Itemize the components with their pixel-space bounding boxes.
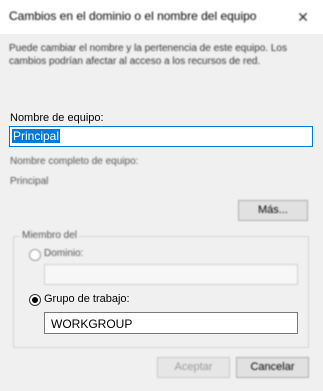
- domain-radio[interactable]: [29, 249, 41, 261]
- title-bar: Cambios en el dominio o el nombre del eq…: [0, 0, 323, 34]
- workgroup-value: WORKGROUP: [51, 317, 133, 331]
- full-name-value: Principal: [10, 176, 49, 187]
- member-of-label: Miembro del: [20, 230, 80, 241]
- window-title: Cambios en el dominio o el nombre del eq…: [9, 9, 257, 23]
- close-icon[interactable]: ✕: [292, 6, 314, 28]
- full-name-label: Nombre completo de equipo:: [10, 156, 139, 167]
- cancel-button[interactable]: Cancelar: [236, 357, 309, 378]
- accept-button[interactable]: Aceptar: [157, 357, 230, 378]
- workgroup-radio[interactable]: [29, 294, 41, 306]
- domain-label: Dominio:: [44, 248, 84, 259]
- workgroup-radio-dot: [32, 297, 38, 303]
- domain-input[interactable]: [44, 264, 298, 285]
- workgroup-input[interactable]: WORKGROUP: [44, 312, 298, 334]
- computer-name-label: Nombre de equipo:: [10, 112, 104, 124]
- change-name-dialog: Cambios en el dominio o el nombre del eq…: [0, 0, 323, 391]
- computer-name-value: Principal: [12, 129, 61, 143]
- workgroup-label: Grupo de trabajo:: [44, 293, 130, 305]
- description-text: Puede cambiar el nombre y la pertenencia…: [9, 43, 287, 67]
- computer-name-input[interactable]: Principal: [9, 126, 313, 147]
- more-button[interactable]: Más...: [238, 200, 308, 221]
